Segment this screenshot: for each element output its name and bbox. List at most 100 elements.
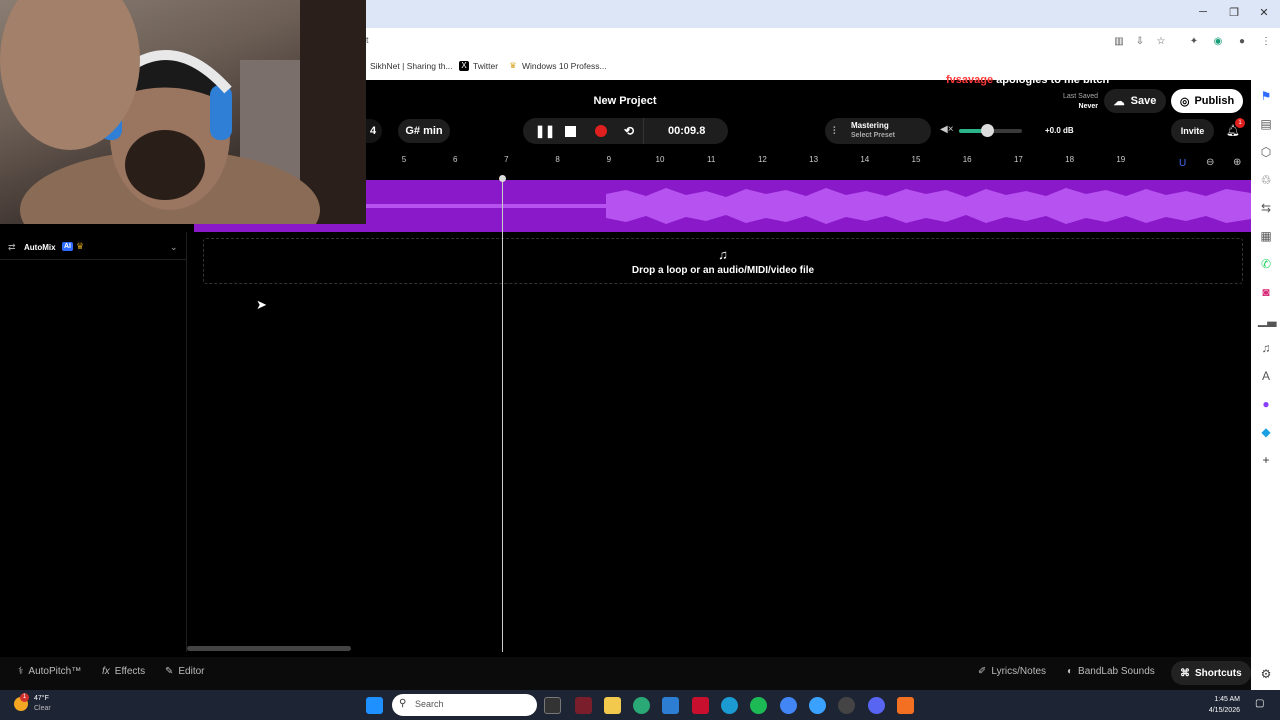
reading-mode-icon[interactable]: ▥ bbox=[1112, 35, 1126, 49]
divider bbox=[643, 118, 644, 144]
start-button-icon[interactable] bbox=[366, 697, 383, 714]
whatsapp-icon[interactable]: ✆ bbox=[1258, 256, 1274, 272]
reading-list-icon[interactable]: ▤ bbox=[1258, 116, 1274, 132]
app-dark-icon[interactable] bbox=[838, 697, 855, 714]
discord-icon[interactable] bbox=[868, 697, 885, 714]
taskbar-search[interactable]: ⚲ Search bbox=[392, 694, 537, 716]
recycle-icon[interactable]: ♲ bbox=[1258, 172, 1274, 188]
pause-button[interactable]: ❚❚ bbox=[535, 124, 555, 138]
editor-button[interactable]: ✎ Editor bbox=[165, 666, 205, 677]
language-icon[interactable]: A bbox=[1258, 368, 1274, 384]
shortcuts-button[interactable]: ⌘ Shortcuts bbox=[1171, 661, 1251, 685]
bookmarks-bar: SikhNet | Sharing th... X Twitter ♛ Wind… bbox=[366, 55, 1280, 80]
key-value: G# min bbox=[405, 125, 443, 137]
volume-db: +0.0 dB bbox=[1045, 126, 1074, 135]
bookmark-twitter[interactable]: X Twitter bbox=[459, 61, 498, 71]
project-title[interactable]: New Project bbox=[560, 95, 690, 107]
autopitch-button[interactable]: ⚕ AutoPitch™ bbox=[18, 666, 81, 677]
fx-icon: fx bbox=[102, 666, 110, 677]
key-selector[interactable]: G# min bbox=[398, 119, 450, 143]
file-explorer-icon[interactable] bbox=[604, 697, 621, 714]
drop-zone[interactable]: ♫ Drop a loop or an audio/MIDI/video fil… bbox=[203, 238, 1243, 284]
app-active-icon[interactable] bbox=[721, 697, 738, 714]
ruler-tick: 8 bbox=[555, 155, 560, 164]
zoom-out-icon[interactable]: ⊖ bbox=[1206, 157, 1214, 168]
extension-2-icon[interactable]: ◉ bbox=[1211, 35, 1225, 49]
profile-avatar-icon[interactable]: ● bbox=[1235, 35, 1249, 49]
clock[interactable]: 1:45 AM 4/15/2026 bbox=[1200, 694, 1240, 716]
bookmark-icon[interactable]: ⚑ bbox=[1258, 88, 1274, 104]
bandlab-sounds-button[interactable]: ◐ BandLab Sounds bbox=[1067, 666, 1155, 677]
record-button[interactable] bbox=[595, 125, 607, 137]
zoom-in-icon[interactable]: ⊕ bbox=[1233, 157, 1241, 168]
publish-label: Publish bbox=[1194, 95, 1235, 107]
calendar-icon[interactable]: ▦ bbox=[1258, 228, 1274, 244]
automix-row[interactable]: ⇄ AutoMix AI ♛ ⌄ bbox=[0, 240, 186, 260]
playhead[interactable] bbox=[502, 178, 503, 652]
loop-icon[interactable]: ⟲ bbox=[624, 124, 634, 138]
close-window-button[interactable]: ✕ bbox=[1257, 6, 1271, 19]
sliders-icon: ⫶ bbox=[833, 125, 836, 137]
bookmark-sikhnet[interactable]: SikhNet | Sharing th... bbox=[370, 61, 453, 71]
chat-overlay: fvsavage apologies to me bitch bbox=[946, 74, 1109, 86]
maximize-button[interactable]: ❐ bbox=[1227, 6, 1241, 19]
ruler-tick: 13 bbox=[809, 155, 819, 164]
invite-button[interactable]: Invite bbox=[1171, 119, 1214, 143]
save-button[interactable]: ☁ Save bbox=[1104, 89, 1166, 113]
messenger-icon[interactable]: ● bbox=[1258, 396, 1274, 412]
bookmark-windows[interactable]: ♛ Windows 10 Profess... bbox=[508, 61, 606, 71]
extension-icon[interactable]: ✦ bbox=[1187, 35, 1201, 49]
magnet-snap-icon[interactable]: U bbox=[1179, 158, 1186, 169]
app-blue-icon[interactable] bbox=[809, 697, 826, 714]
bottom-toolbar: ⚕ AutoPitch™ fx Effects ✎ Editor ✐ Lyric… bbox=[0, 657, 1251, 690]
store-icon[interactable] bbox=[662, 697, 679, 714]
spotify-icon[interactable] bbox=[750, 697, 767, 714]
app-icon[interactable] bbox=[575, 697, 592, 714]
master-volume-slider[interactable] bbox=[959, 124, 1022, 137]
instagram-icon[interactable]: ◙ bbox=[1258, 284, 1274, 300]
translate-icon[interactable]: ⇆ bbox=[1258, 200, 1274, 216]
app-orange-icon[interactable] bbox=[897, 697, 914, 714]
cube-icon[interactable]: ⬡ bbox=[1258, 144, 1274, 160]
effects-button[interactable]: fx Effects bbox=[102, 666, 145, 677]
bookmark-star-icon[interactable]: ☆ bbox=[1154, 35, 1168, 49]
bell-outline-icon[interactable]: ♫ bbox=[1258, 340, 1274, 356]
ruler-tick: 7 bbox=[504, 155, 509, 164]
notification-icon[interactable]: ▢ bbox=[1255, 698, 1264, 709]
x-icon: X bbox=[459, 61, 469, 71]
music-note-add-icon: ♫ bbox=[718, 247, 728, 262]
webcam-overlay bbox=[0, 0, 366, 224]
stop-button[interactable] bbox=[565, 125, 576, 137]
edge-icon[interactable] bbox=[633, 697, 650, 714]
horizontal-scrollbar[interactable] bbox=[187, 646, 351, 651]
mastering-button[interactable]: ⫶ Mastering Select Preset bbox=[825, 118, 931, 144]
ruler-tick: 17 bbox=[1013, 155, 1023, 164]
sounds-label: BandLab Sounds bbox=[1078, 666, 1155, 677]
nba-icon[interactable] bbox=[692, 697, 709, 714]
task-view-icon[interactable] bbox=[544, 697, 561, 714]
install-app-icon[interactable]: ⇩ bbox=[1133, 35, 1147, 49]
minimize-button[interactable]: ─ bbox=[1196, 6, 1210, 18]
playhead-handle[interactable] bbox=[499, 175, 506, 182]
publish-button[interactable]: ◎ Publish bbox=[1171, 89, 1243, 113]
pen-icon: ✐ bbox=[978, 666, 987, 677]
weather-badge: 1 bbox=[20, 693, 29, 702]
timeline-ruler[interactable]: 5 6 7 8 9 10 11 12 13 14 15 16 17 18 19 bbox=[366, 153, 1251, 177]
mouse-cursor-icon: ➤ bbox=[256, 297, 267, 312]
command-icon: ⌘ bbox=[1180, 667, 1190, 679]
cloud-upload-icon: ☁ bbox=[1113, 95, 1125, 108]
lyrics-notes-button[interactable]: ✐ Lyrics/Notes bbox=[978, 666, 1046, 677]
browser-menu-icon[interactable]: ⋮ bbox=[1259, 35, 1273, 49]
editor-label: Editor bbox=[178, 666, 205, 677]
mastering-preset: Select Preset bbox=[851, 132, 895, 139]
add-icon[interactable]: + bbox=[1258, 452, 1274, 468]
chart-icon[interactable]: ▁▃ bbox=[1258, 312, 1276, 328]
chat-icon[interactable]: ◆ bbox=[1258, 424, 1274, 440]
ruler-tick: 16 bbox=[962, 155, 972, 164]
pencil-icon: ✎ bbox=[165, 666, 174, 677]
chevron-down-icon[interactable]: ⌄ bbox=[170, 242, 178, 253]
speaker-mute-icon[interactable]: ◀× bbox=[940, 124, 954, 135]
audio-waveform-region[interactable] bbox=[366, 180, 1251, 232]
gear-icon[interactable]: ⚙ bbox=[1258, 666, 1274, 682]
chrome-icon[interactable] bbox=[780, 697, 797, 714]
